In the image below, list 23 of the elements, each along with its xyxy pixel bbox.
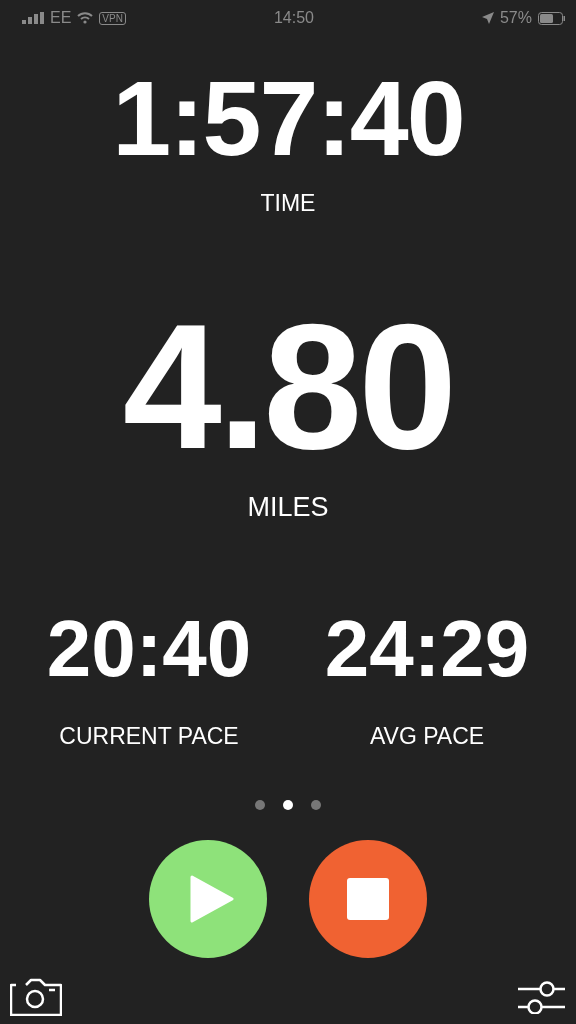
wifi-icon	[77, 12, 94, 24]
camera-icon[interactable]	[10, 978, 62, 1016]
battery-icon	[538, 11, 566, 25]
carrier: EE	[50, 9, 72, 27]
distance-label: MILES	[247, 492, 329, 523]
page-dot[interactable]	[255, 800, 265, 810]
clock: 14:50	[273, 9, 314, 27]
distance-value: 4.80	[122, 307, 454, 467]
vpn-badge: VPN	[99, 11, 126, 25]
pace-label: CURRENT PACE	[59, 723, 239, 750]
elapsed-time: 1:57:40	[112, 68, 464, 168]
signal-icon	[22, 12, 44, 24]
stop-icon	[347, 878, 389, 920]
page-dot[interactable]	[283, 800, 293, 810]
pace-value: 24:29	[324, 611, 530, 687]
time-label: TIME	[260, 190, 316, 217]
pace-value: 20:40	[46, 611, 252, 687]
location-icon	[481, 12, 494, 24]
settings-sliders-icon[interactable]	[518, 980, 566, 1014]
play-icon	[190, 875, 234, 923]
page-dot[interactable]	[311, 800, 321, 810]
battery-percent: 57%	[499, 9, 532, 27]
pace-label: AVG PACE	[369, 723, 485, 750]
